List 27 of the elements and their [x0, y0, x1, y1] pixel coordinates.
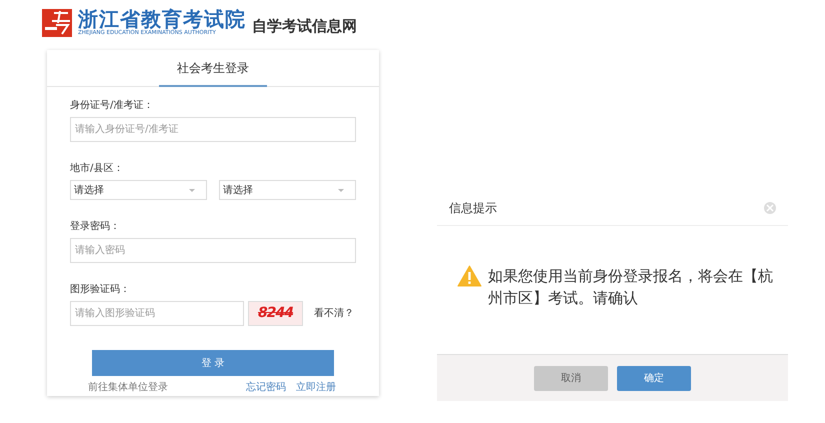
caret-icon [338, 188, 344, 192]
field-label: 身份证号/准考证： [70, 99, 154, 113]
login-tab[interactable]: 社会考生登录 [159, 50, 267, 87]
captcha-image[interactable]: 8244 [248, 301, 303, 326]
field-label: 地市/县区： [70, 162, 124, 176]
cancel-button[interactable]: 取消 [534, 366, 608, 390]
input-field[interactable]: 请输入身份证号/准考证 [70, 117, 356, 142]
forgot-password-link[interactable]: 忘记密码 [246, 380, 286, 395]
site-name: 自学考试信息网 [252, 17, 357, 37]
warning-icon [457, 265, 482, 287]
field-label: 登录密码： [70, 220, 121, 234]
select-field[interactable]: 请选择 [219, 180, 356, 200]
caret-icon [189, 188, 195, 192]
select-field[interactable]: 请选择 [70, 180, 207, 200]
dialog-title: 信息提示 [449, 200, 497, 216]
login-button[interactable]: 登 录 [92, 350, 334, 376]
input-field[interactable]: 请输入图形验证码 [70, 301, 244, 326]
close-icon[interactable] [764, 202, 776, 214]
site-title: 浙江省教育考试院 [78, 8, 246, 30]
dialog-message: 如果您使用当前身份登录报名，将会在【杭州市区】考试。请确认 [488, 266, 774, 309]
logo-icon [42, 9, 72, 37]
input-field[interactable]: 请输入密码 [70, 238, 356, 263]
refresh-link[interactable]: 看不清？ [314, 306, 354, 321]
field-label: 图形验证码： [70, 283, 131, 297]
confirm-button[interactable]: 确定 [617, 366, 691, 390]
register-link[interactable]: 立即注册 [296, 380, 336, 395]
group-login-link[interactable]: 前往集体单位登录 [88, 380, 168, 395]
